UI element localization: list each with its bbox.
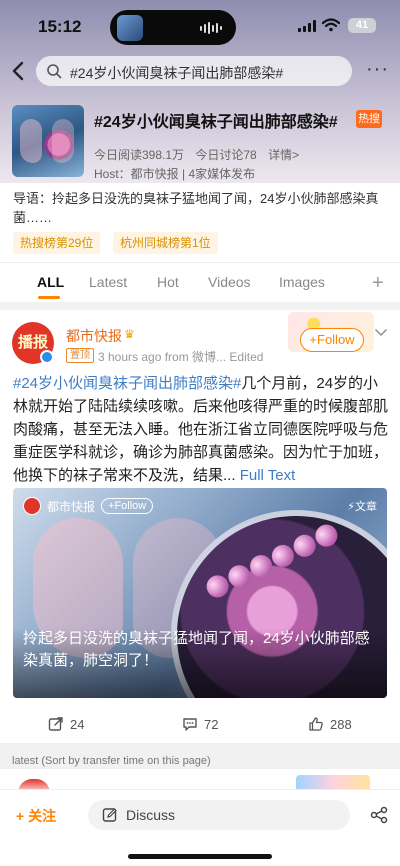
wifi-icon (322, 18, 340, 32)
post-hashtag[interactable]: #24岁小伙闻臭袜子闻出肺部感染# (13, 375, 241, 392)
media-author: 都市快报 (47, 499, 96, 514)
comment-count: 72 (204, 716, 219, 732)
cellular-signal-icon (298, 20, 316, 32)
tab-images[interactable]: Images (279, 274, 325, 290)
post-card: 播报 都市快报 ♛ 置顶 3 hours ago from 微博... Edit… (0, 310, 400, 743)
media-header: 都市快报 +Follow (23, 496, 154, 516)
follow-button[interactable]: +Follow (300, 328, 364, 352)
comment-icon (183, 718, 197, 731)
repost-icon (48, 717, 63, 731)
feed-tabs: ALL Latest Hot Videos Images + (0, 262, 400, 302)
post-media[interactable]: 都市快报 +Follow ⚡文章 拎起多日没洗的臭袜子猛地闻了闻，24岁小伙肺部… (13, 488, 387, 698)
tab-hot[interactable]: Hot (157, 274, 179, 290)
chevron-down-icon[interactable] (374, 326, 388, 340)
topic-intro: 导语：拎起多日没洗的臭袜子猛地闻了闻，24岁小伙肺部感染真菌…… (13, 191, 379, 225)
like-count: 288 (330, 716, 352, 732)
music-artwork-icon (117, 15, 143, 41)
discussions-count: 今日讨论78 (195, 148, 257, 162)
edit-icon (102, 808, 117, 822)
tab-active-indicator (38, 296, 60, 299)
member-crown-icon: ♛ (124, 327, 135, 341)
back-arrow-icon[interactable] (10, 60, 28, 82)
lung-right-shape (52, 119, 74, 163)
tab-videos[interactable]: Videos (208, 274, 251, 290)
like-button[interactable]: 288 (308, 716, 352, 732)
discuss-input[interactable]: Discuss (88, 800, 350, 830)
status-time: 15:12 (38, 17, 82, 36)
thumbs-up-icon (309, 717, 323, 731)
nav-bar: #24岁小伙闻臭袜子闻出肺部感染# ··· (0, 54, 400, 88)
topic-follow-button[interactable]: + 关注 (16, 806, 56, 826)
post-body: #24岁小伙闻臭袜子闻出肺部感染#几个月前，24岁的小林就开始了陆陆续续咳嗽。后… (13, 372, 389, 487)
topic-stats: 今日阅读398.1万 今日讨论78 详情> (94, 146, 307, 163)
media-avatar (23, 497, 41, 515)
sort-hint: latest (Sort by transfer time on this pa… (12, 755, 211, 767)
add-tab-icon[interactable]: + (372, 272, 384, 295)
verified-icon (40, 350, 54, 364)
lung-left-shape (20, 119, 42, 163)
post-actions: 24 72 288 (0, 708, 400, 738)
author-name[interactable]: 都市快报 (66, 326, 122, 346)
search-input[interactable]: #24岁小伙闻臭袜子闻出肺部感染# (36, 56, 352, 86)
waveform-icon (200, 22, 222, 34)
topic-intro-card: 导语：拎起多日没洗的臭袜子猛地闻了闻，24岁小伙肺部感染真菌…… 热搜榜第29位… (0, 183, 400, 262)
hot-badge: 热搜 (356, 110, 382, 128)
topic-follow-label: 关注 (28, 808, 57, 824)
topic-title: #24岁小伙闻臭袜子闻出肺部感染# (94, 114, 338, 131)
media-caption: 拎起多日没洗的臭袜子猛地闻了闻，24岁小伙肺部感染真菌，肺空洞了！ (23, 630, 370, 669)
dynamic-island (110, 10, 236, 45)
reads-count: 今日阅读398.1万 (94, 148, 185, 162)
post-meta: 3 hours ago from 微博... Edited (98, 350, 264, 364)
tab-latest[interactable]: Latest (89, 274, 127, 290)
hot-rank-tag[interactable]: 热搜榜第29位 (13, 232, 101, 254)
repost-count: 24 (70, 716, 85, 732)
search-query: #24岁小伙闻臭袜子闻出肺部感染# (70, 65, 284, 81)
discuss-label: Discuss (126, 807, 176, 823)
more-options-icon[interactable]: ··· (366, 59, 388, 82)
topic-host: Host：都市快报 | 4家媒体发布 (94, 167, 256, 181)
article-label-text: 文章 (355, 501, 377, 513)
city-rank-tag[interactable]: 杭州同城榜第1位 (113, 232, 218, 254)
search-icon (47, 64, 62, 79)
repost-button[interactable]: 24 (48, 716, 84, 732)
bottom-bar: + 关注 Discuss (0, 789, 400, 866)
tab-all[interactable]: ALL (37, 274, 64, 290)
full-text-link[interactable]: Full Text (240, 467, 296, 484)
article-label: ⚡文章 (347, 501, 377, 513)
media-follow-button[interactable]: +Follow (101, 498, 154, 514)
topic-thumbnail[interactable] (12, 105, 84, 177)
share-icon[interactable] (370, 806, 388, 824)
battery-icon: 41 (348, 18, 376, 33)
pinned-badge: 置顶 (66, 348, 94, 363)
details-link[interactable]: 详情> (268, 148, 299, 162)
comment-button[interactable]: 72 (182, 716, 218, 732)
home-indicator (128, 854, 272, 859)
status-bar: 15:12 41 (0, 0, 400, 52)
